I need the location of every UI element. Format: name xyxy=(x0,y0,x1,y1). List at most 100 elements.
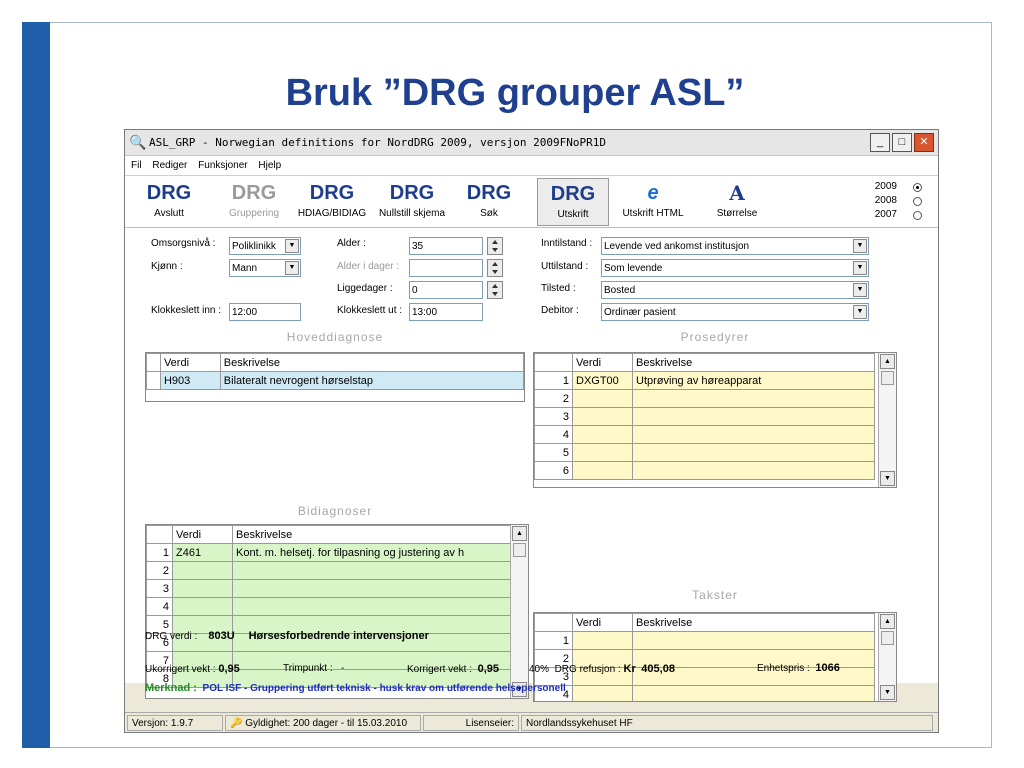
storrelse-button[interactable]: A Størrelse xyxy=(707,178,767,226)
omsorgsniva-label: Omsorgsnivå : xyxy=(151,238,216,249)
browser-icon: e xyxy=(647,182,659,204)
table-row[interactable]: 6 xyxy=(534,461,875,480)
chevron-down-icon: ▼ xyxy=(853,283,867,297)
liggedager-spinner[interactable] xyxy=(487,281,503,299)
bidiagnoser-heading: Bidiagnoser xyxy=(297,504,373,518)
omsorgsniva-select[interactable]: Poliklinikk ▼ xyxy=(229,237,301,255)
bidiagnoser-scrollbar[interactable]: ▲ ▼ xyxy=(510,525,528,698)
swap-diagnosis-icon: DRG xyxy=(309,182,355,204)
trimpunkt: Trimpunkt : - xyxy=(283,663,345,674)
klokkeslett-inn-input[interactable]: 12:00 xyxy=(229,303,301,321)
table-row[interactable]: H903 Bilateralt nevrogent hørselstap xyxy=(146,371,524,390)
hdiag-bidiag-button[interactable]: DRG HDIAG/BIDIAG xyxy=(293,178,371,226)
prosedyrer-grid: Verdi Beskrivelse 1 DXGT00 Utprøving av hør… xyxy=(533,352,897,488)
nullstill-skjema-button[interactable]: DRG Nullstill skjema xyxy=(375,178,449,226)
year-selector: 2009 2008 2007 xyxy=(875,180,922,222)
table-row[interactable]: 3 xyxy=(534,407,875,426)
table-row[interactable]: 2 xyxy=(146,561,511,580)
klokkeslett-inn-label: Klokkeslett inn : xyxy=(151,305,222,316)
inntilstand-select[interactable]: Levende ved ankomst institusjon ▼ xyxy=(601,237,869,255)
font-size-icon: A xyxy=(729,181,745,205)
table-row[interactable]: 4 xyxy=(534,425,875,444)
utskrift-html-button[interactable]: e Utskrift HTML xyxy=(617,178,689,226)
klokkeslett-ut-label: Klokkeslett ut : xyxy=(337,305,403,316)
prosedyrer-scrollbar[interactable]: ▲ ▼ xyxy=(878,353,896,487)
alder-dager-spinner[interactable] xyxy=(487,259,503,277)
scroll-up-icon[interactable]: ▲ xyxy=(880,614,895,629)
title-bar: 🔍 ASL_GRP - Norwegian definitions for No… xyxy=(125,130,938,156)
alder-dager-input[interactable] xyxy=(409,259,483,277)
avslutt-button[interactable]: DRG Avslutt xyxy=(139,178,199,226)
scroll-thumb[interactable] xyxy=(881,631,894,645)
drg-result-line: DRG verdi : 803U Hørsesforbedrende inter… xyxy=(145,630,429,642)
hoveddiagnose-heading: Hoveddiagnose xyxy=(286,330,384,344)
drg-text: Hørsesforbedrende intervensjoner xyxy=(248,630,429,642)
printer-icon: DRG xyxy=(550,183,596,205)
alder-dager-label: Alder i dager : xyxy=(337,261,400,272)
chevron-down-icon: ▼ xyxy=(285,261,299,275)
minimize-button[interactable]: _ xyxy=(870,133,890,152)
scroll-down-icon[interactable]: ▼ xyxy=(880,471,895,486)
menu-funksjoner[interactable]: Funksjoner xyxy=(198,160,247,171)
slide-accent-bar xyxy=(22,22,50,748)
debitor-label: Debitor : xyxy=(541,305,579,316)
search-icon: DRG xyxy=(466,182,512,204)
toolbar: DRG Avslutt DRG Gruppering DRG HDIAG/BID… xyxy=(125,176,938,228)
kjonn-select[interactable]: Mann ▼ xyxy=(229,259,301,277)
status-bar: Versjon: 1.9.7 🔑 Gyldighet: 200 dager - … xyxy=(125,712,938,732)
table-row[interactable]: 1 Z461 Kont. m. helsetj. for tilpasning og… xyxy=(146,543,511,562)
uttilstand-select[interactable]: Som levende ▼ xyxy=(601,259,869,277)
scroll-thumb[interactable] xyxy=(513,543,526,557)
alder-label: Alder : xyxy=(337,238,366,249)
key-icon: 🔑 xyxy=(230,718,243,729)
debitor-select[interactable]: Ordinær pasient ▼ xyxy=(601,303,869,321)
menu-rediger[interactable]: Rediger xyxy=(152,160,187,171)
radio-icon[interactable] xyxy=(913,196,922,206)
takster-heading: Takster xyxy=(692,588,738,602)
menu-fil[interactable]: Fil xyxy=(131,160,142,171)
grouping-icon: DRG xyxy=(231,182,277,204)
window-title: ASL_GRP - Norwegian definitions for Nord… xyxy=(149,136,606,149)
table-row[interactable]: 3 xyxy=(146,579,511,598)
gruppering-button[interactable]: DRG Gruppering xyxy=(221,178,287,226)
korrigert-vekt: Korrigert vekt : 0,95 xyxy=(407,663,500,675)
hoveddiagnose-grid: Verdi Beskrivelse H903 Bilateralt nevrogen… xyxy=(145,352,525,402)
maximize-button[interactable]: □ xyxy=(892,133,912,152)
kjonn-label: Kjønn : xyxy=(151,261,183,272)
tilsted-select[interactable]: Bosted ▼ xyxy=(601,281,869,299)
scroll-up-icon[interactable]: ▲ xyxy=(880,354,895,369)
chevron-down-icon: ▼ xyxy=(853,305,867,319)
table-row[interactable]: 1 DXGT00 Utprøving av høreapparat xyxy=(534,371,875,390)
close-button[interactable]: ✕ xyxy=(914,133,934,152)
app-window: 🔍 ASL_GRP - Norwegian definitions for No… xyxy=(124,129,939,733)
menu-hjelp[interactable]: Hjelp xyxy=(258,160,281,171)
year-option-2008[interactable]: 2008 xyxy=(875,194,922,208)
table-row[interactable]: 1 xyxy=(534,631,875,650)
table-row[interactable]: 4 xyxy=(146,597,511,616)
radio-icon[interactable] xyxy=(913,210,922,220)
klokkeslett-ut-input[interactable]: 13:00 xyxy=(409,303,483,321)
table-row[interactable]: 5 xyxy=(534,443,875,462)
radio-icon[interactable] xyxy=(913,182,922,192)
prosedyrer-heading: Prosedyrer xyxy=(680,330,750,344)
chevron-down-icon: ▼ xyxy=(285,239,299,253)
enhetspris: Enhetspris : 1066 xyxy=(757,662,840,674)
ukorrigert-vekt: Ukorrigert vekt : 0,95 xyxy=(145,663,240,675)
alder-spinner[interactable] xyxy=(487,237,503,255)
scroll-up-icon[interactable]: ▲ xyxy=(512,526,527,541)
year-option-2009[interactable]: 2009 xyxy=(875,180,922,194)
drg-value: 803U xyxy=(208,630,235,642)
liggedager-input[interactable]: 0 xyxy=(409,281,483,299)
utskrift-button[interactable]: DRG Utskrift xyxy=(537,178,609,226)
sok-button[interactable]: DRG Søk xyxy=(461,178,517,226)
liggedager-label: Liggedager : xyxy=(337,283,393,294)
year-option-2007[interactable]: 2007 xyxy=(875,208,922,222)
menu-bar: Fil Rediger Funksjoner Hjelp xyxy=(125,156,938,176)
alder-input[interactable]: 35 xyxy=(409,237,483,255)
status-gyldighet: 🔑 Gyldighet: 200 dager - til 15.03.2010 xyxy=(225,715,421,731)
uttilstand-label: Uttilstand : xyxy=(541,261,589,272)
table-row[interactable]: 2 xyxy=(534,389,875,408)
chevron-down-icon: ▼ xyxy=(853,261,867,275)
tilsted-label: Tilsted : xyxy=(541,283,576,294)
scroll-thumb[interactable] xyxy=(881,371,894,385)
